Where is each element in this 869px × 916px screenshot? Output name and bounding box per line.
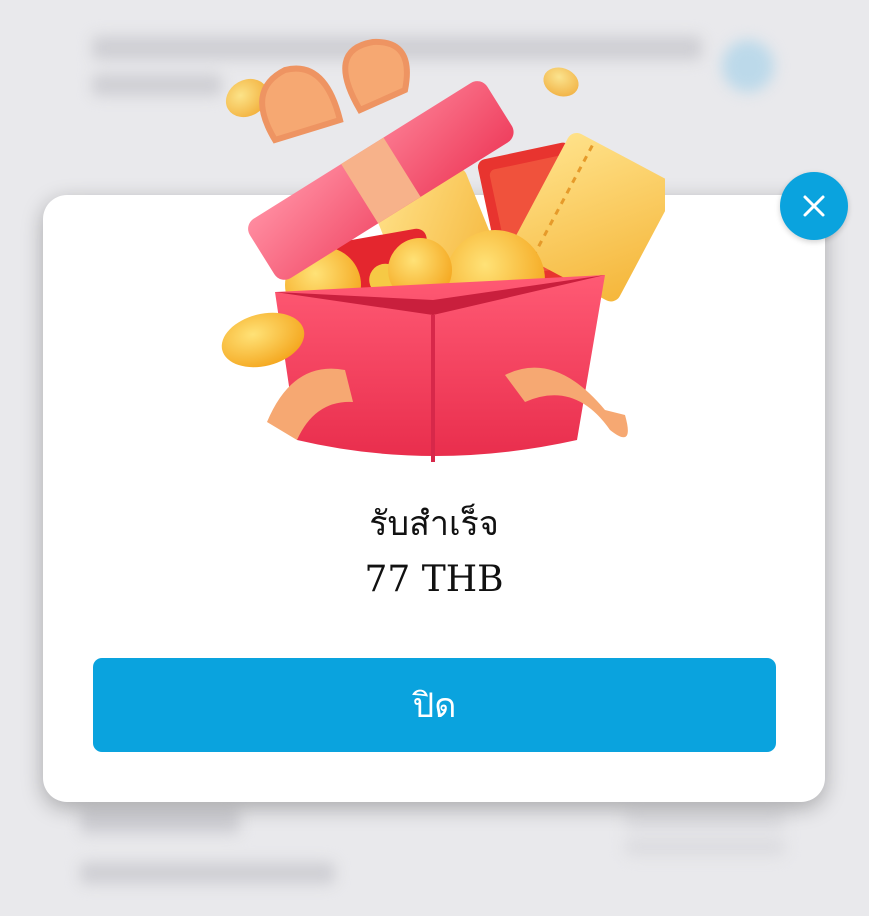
background-text-line <box>625 838 785 856</box>
background-text-line <box>625 808 785 830</box>
background-text-line <box>80 808 240 834</box>
dialog-title: รับสำเร็จ <box>369 504 499 544</box>
close-dialog-button-label: ปิด <box>412 686 457 726</box>
reward-amount: 77 THB <box>364 559 504 600</box>
background-avatar <box>722 40 774 92</box>
background-text-line <box>92 74 222 96</box>
gift-box-icon <box>221 38 665 462</box>
close-dialog-button[interactable]: ปิด <box>93 658 776 752</box>
background-text-line <box>80 862 335 884</box>
close-button[interactable] <box>780 172 848 240</box>
close-icon <box>803 195 825 217</box>
